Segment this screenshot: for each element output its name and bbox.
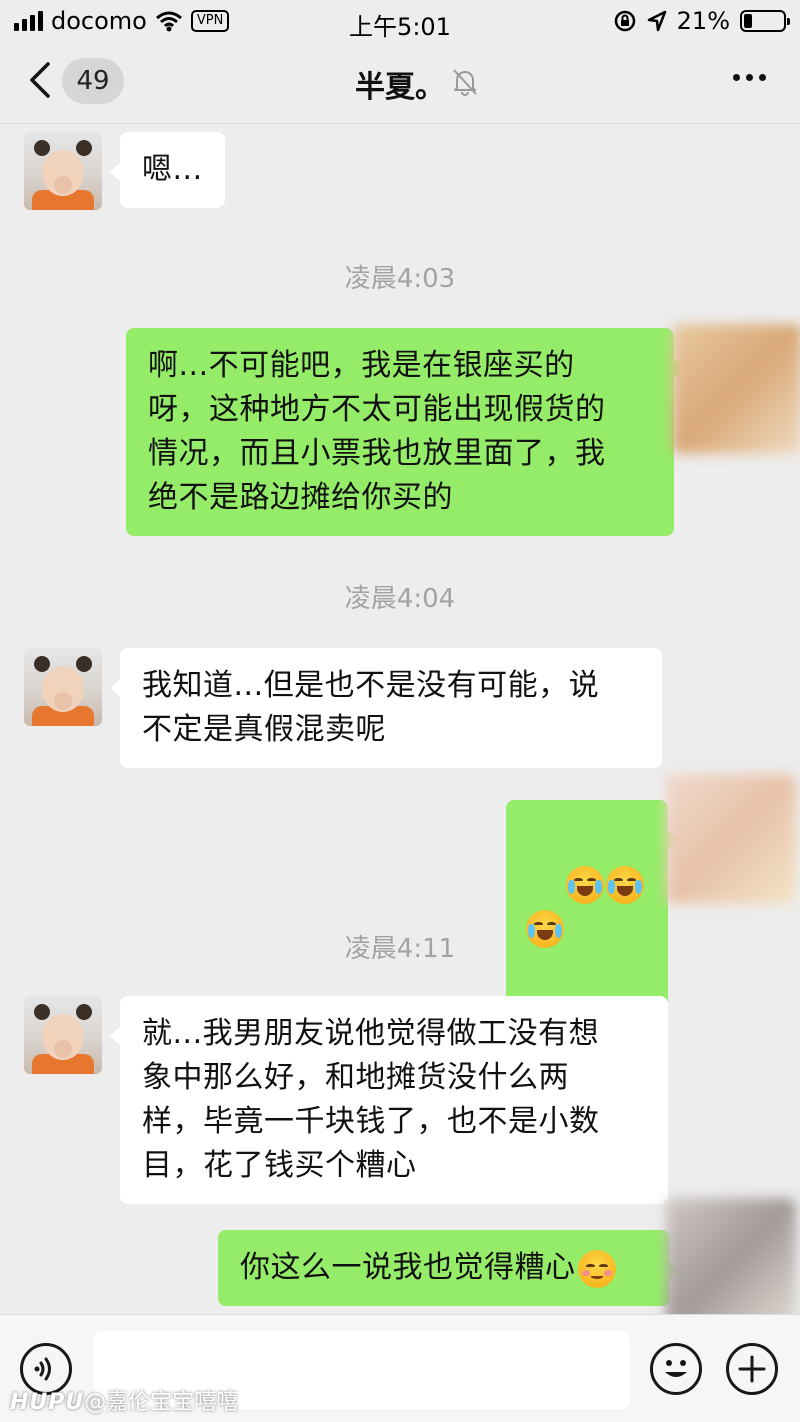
- watermark-brand: HUPU: [10, 1390, 85, 1415]
- blushing-smile-emoji-icon: [577, 1249, 616, 1288]
- more-dot: [733, 74, 740, 81]
- chat-title: 半夏。: [355, 70, 445, 105]
- message-timestamp: 凌晨4:04: [344, 584, 456, 614]
- self-avatar[interactable]: [666, 1198, 796, 1314]
- more-options-button[interactable]: [733, 74, 766, 81]
- message-bubble-incoming[interactable]: 就...我男朋友说他觉得做工没有想 象中那么好，和地摊货没什么两 样，毕竟一千块…: [110, 996, 668, 1204]
- plus-icon: [738, 1355, 766, 1383]
- location-arrow-icon: [647, 10, 666, 32]
- message-list[interactable]: 嗯... 凌晨4:03 啊...不可能吧，我是在银座买的 呀，这种地方不太可能出…: [0, 124, 800, 1314]
- more-actions-button[interactable]: [726, 1343, 778, 1395]
- more-dot: [759, 74, 766, 81]
- message-timestamp: 凌晨4:11: [344, 934, 456, 964]
- battery-icon: [740, 10, 790, 32]
- battery-percent: 21%: [676, 7, 730, 35]
- message-timestamp: 凌晨4:03: [344, 264, 456, 294]
- message-bubble-incoming[interactable]: 我知道...但是也不是没有可能，说 不定是真假混卖呢: [110, 648, 662, 768]
- rotation-lock-icon: [614, 10, 635, 32]
- watermark: HUPU@嘉伦宝宝嘻嘻: [10, 1384, 238, 1416]
- self-avatar[interactable]: [666, 774, 796, 904]
- crying-laughing-emoji-icon: [606, 865, 645, 904]
- chat-header: 49 半夏。: [0, 44, 800, 124]
- status-bar: docomo VPN 上午5:01 21%: [0, 0, 800, 44]
- message-bubble-incoming[interactable]: 嗯...: [110, 132, 225, 208]
- message-text: 你这么一说我也觉得糟心: [240, 1250, 576, 1285]
- self-avatar[interactable]: [672, 324, 800, 454]
- message-bubble-outgoing[interactable]: 啊...不可能吧，我是在银座买的 呀，这种地方不太可能出现假货的 情况，而且小票…: [126, 328, 684, 536]
- contact-avatar[interactable]: [24, 132, 102, 210]
- input-bar: HUPU@嘉伦宝宝嘻嘻: [0, 1314, 800, 1422]
- smiley-icon: [665, 1360, 687, 1377]
- crying-laughing-emoji-icon: [566, 865, 605, 904]
- contact-avatar[interactable]: [24, 996, 102, 1074]
- message-bubble-outgoing[interactable]: 你这么一说我也觉得糟心: [218, 1230, 680, 1306]
- battery-level: [744, 14, 752, 28]
- message-bubble-outgoing-emoji[interactable]: [506, 800, 678, 1012]
- more-dot: [746, 74, 753, 81]
- mute-bell-icon: [453, 69, 477, 96]
- watermark-handle: @嘉伦宝宝嘻嘻: [84, 1390, 239, 1415]
- status-right: 21%: [613, 7, 790, 35]
- contact-avatar[interactable]: [24, 648, 102, 726]
- emoji-picker-button[interactable]: [650, 1343, 702, 1395]
